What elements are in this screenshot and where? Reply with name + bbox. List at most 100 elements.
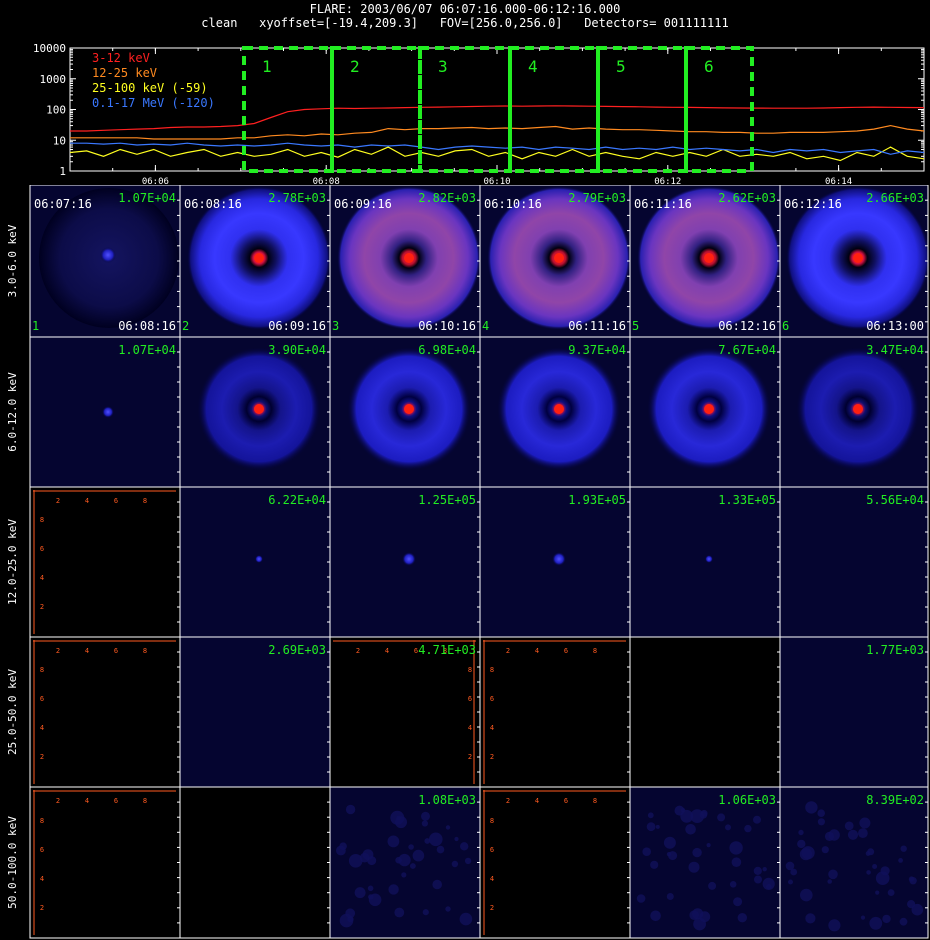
- noise-blob: [436, 845, 445, 854]
- cell-axis-tick-label: 2: [506, 797, 510, 805]
- noise-blob: [650, 860, 659, 869]
- image-cell: 7.67E+04: [629, 336, 781, 488]
- image-cell: 1.08E+03: [329, 786, 481, 939]
- image-cell: 6.22E+04: [179, 486, 331, 638]
- chart-title: FLARE: 2003/06/07 06:07:16.000-06:12:16.…: [309, 2, 621, 16]
- legend-entry: 12-25 keV: [92, 66, 157, 80]
- image-cells: 1.07E+04 06:07:16 06:08:16 1 2.78E+03 06:08:1…: [29, 185, 930, 939]
- noise-blob: [666, 852, 672, 857]
- image-cell: 1.25E+05: [329, 486, 481, 638]
- interval-label: 3: [438, 57, 448, 76]
- image-cell: 5.56E+04: [779, 486, 929, 638]
- cell-axis-tick-label: 4: [535, 647, 539, 655]
- noise-blob: [422, 909, 429, 916]
- cell-background: [30, 787, 180, 938]
- cell-max-value: 8.39E+02: [866, 793, 924, 807]
- energy-band-labels: 3.0-6.0 keV 6.0-12.0 keV 12.0-25.0 keV 25.0…: [6, 224, 19, 909]
- cell-start-time: 06:09:16: [334, 197, 392, 211]
- noise-blob: [731, 857, 742, 867]
- noise-blob: [408, 844, 414, 850]
- cell-axis-tick-label: 8: [593, 797, 597, 805]
- noise-blob: [762, 867, 767, 872]
- noise-blob: [875, 890, 880, 895]
- cell-background: [480, 637, 630, 787]
- interval-label: 6: [704, 57, 714, 76]
- source-core: [704, 404, 714, 414]
- cell-max-value: 2.79E+03: [568, 191, 626, 205]
- cell-index: 1: [32, 319, 39, 333]
- image-cell: 9.37E+04: [479, 336, 631, 488]
- legend-entry: 3-12 keV: [92, 51, 150, 65]
- cell-axis-tick-label: 2: [490, 753, 494, 761]
- noise-blob: [387, 835, 400, 848]
- noise-blob: [729, 841, 743, 855]
- image-cell: 2 2 4 4 6 6 8 8: [29, 486, 181, 638]
- image-cell: 2.66E+03 06:12:16 06:13:00 6: [779, 185, 930, 338]
- source-dot: [705, 555, 713, 563]
- cell-background: [30, 637, 180, 787]
- image-cell: 1.07E+04: [29, 336, 181, 488]
- cell-axis-tick-label: 8: [490, 817, 494, 825]
- noise-blob: [650, 910, 661, 922]
- y-tick-label: 10000: [33, 42, 66, 55]
- x-tick-label: 06:14: [825, 177, 852, 185]
- noise-blob: [858, 828, 868, 838]
- noise-blob: [345, 804, 356, 815]
- noise-blob: [827, 879, 832, 884]
- noise-blob: [805, 913, 816, 924]
- cell-axis-tick-label: 2: [468, 753, 472, 761]
- noise-blob: [729, 881, 737, 888]
- image-cell: 6.98E+04: [329, 336, 481, 488]
- cell-axis-tick-label: 4: [40, 724, 44, 732]
- cell-axis-tick-label: 6: [564, 797, 568, 805]
- image-cell: 2 2 4 4 6 6 8 8: [29, 636, 181, 788]
- cell-axis-tick-label: 2: [56, 797, 60, 805]
- cell-axis-tick-label: 6: [490, 846, 494, 854]
- noise-blob: [362, 849, 374, 860]
- noise-blob: [801, 846, 815, 860]
- noise-blob: [412, 849, 425, 862]
- cell-axis-tick-label: 8: [143, 647, 147, 655]
- legend-entry: 25-100 keV (-59): [92, 81, 208, 95]
- noise-blob: [368, 893, 382, 907]
- cell-background: [630, 637, 780, 787]
- noise-blob: [880, 866, 890, 876]
- cell-max-value: 1.08E+03: [418, 793, 476, 807]
- noise-blob: [642, 847, 651, 856]
- lightcurve-plot: 1 10 100 1000 10000 06:06 06:08 06:10 06:12 06:14…: [33, 42, 925, 185]
- y-tick-label: 1: [59, 165, 66, 178]
- source-dot: [100, 247, 116, 263]
- cell-axis-tick-label: 4: [85, 497, 89, 505]
- cell-max-value: 2.78E+03: [268, 191, 326, 205]
- cell-index: 6: [782, 319, 789, 333]
- cell-axis-tick-label: 2: [40, 753, 44, 761]
- cell-axis-tick-label: 6: [114, 647, 118, 655]
- cell-max-value: 4.71E+03: [418, 643, 476, 657]
- noise-blob: [459, 912, 473, 926]
- cell-end-time: 06:12:16: [718, 319, 776, 333]
- cell-axis-tick-label: 6: [40, 545, 44, 553]
- cell-axis-tick-label: 8: [40, 817, 44, 825]
- noise-blob: [663, 836, 676, 849]
- noise-blob: [766, 883, 772, 890]
- cell-background: [630, 487, 780, 637]
- cell-axis-tick-label: 4: [535, 797, 539, 805]
- cell-axis-tick-label: 8: [593, 647, 597, 655]
- source-core: [704, 253, 714, 263]
- source-core: [404, 404, 414, 414]
- cell-axis-tick-label: 8: [143, 497, 147, 505]
- cell-max-value: 1.07E+04: [118, 343, 176, 357]
- cell-end-time: 06:09:16: [268, 319, 326, 333]
- image-cell: 2.82E+03 06:09:16 06:10:16 3: [329, 185, 481, 338]
- cell-index: 2: [182, 319, 189, 333]
- cell-axis-tick-label: 2: [40, 904, 44, 912]
- source-dot: [255, 555, 263, 563]
- noise-blob: [753, 815, 761, 824]
- interval-label: 1: [262, 57, 272, 76]
- source-core: [554, 404, 564, 414]
- cell-max-value: 3.90E+04: [268, 343, 326, 357]
- image-cell: 1.33E+05: [629, 486, 781, 638]
- cell-axis-tick-label: 4: [490, 724, 494, 732]
- image-cell: 3.90E+04: [179, 336, 331, 488]
- y-tick-label: 100: [46, 104, 66, 117]
